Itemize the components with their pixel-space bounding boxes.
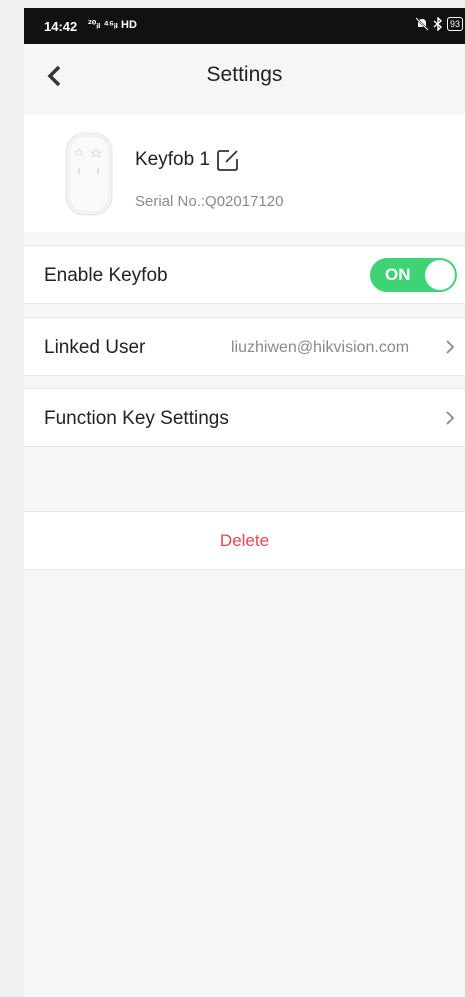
- function-key-settings-row[interactable]: Function Key Settings: [24, 388, 465, 447]
- keyfob-image: [65, 132, 113, 216]
- toggle-state-label: ON: [385, 265, 411, 284]
- status-right: 93: [415, 17, 463, 31]
- linked-user-value: liuzhiwen@hikvision.com: [231, 339, 410, 356]
- device-name: Keyfob 1: [135, 149, 210, 170]
- header: Settings: [24, 44, 465, 108]
- network-indicator: ²⁰ᵢₗ ⁴⁶ᵢₗ HD: [88, 19, 137, 31]
- delete-button[interactable]: Delete: [24, 511, 465, 570]
- bluetooth-icon: [433, 17, 443, 31]
- toggle-knob: [425, 260, 455, 290]
- page-title: Settings: [206, 63, 283, 86]
- linked-user-row[interactable]: Linked User liuzhiwen@hikvision.com: [24, 317, 465, 376]
- chevron-right-icon: [446, 411, 455, 425]
- device-card: Keyfob 1 Serial No.:Q02017120: [24, 114, 465, 232]
- function-key-settings-label: Function Key Settings: [44, 408, 229, 429]
- device-name-row: Keyfob 1: [135, 148, 240, 172]
- enable-keyfob-row: Enable Keyfob ON: [24, 245, 465, 304]
- enable-keyfob-label: Enable Keyfob: [44, 265, 168, 286]
- status-bar: 14:42 ²⁰ᵢₗ ⁴⁶ᵢₗ HD 93: [24, 8, 465, 44]
- battery-indicator: 93: [446, 17, 463, 31]
- mute-icon: [415, 17, 429, 31]
- edit-icon[interactable]: [216, 148, 240, 172]
- serial-number: Serial No.:Q02017120: [135, 193, 284, 210]
- phone-screen: 14:42 ²⁰ᵢₗ ⁴⁶ᵢₗ HD 93 Settings Keyfob 1 …: [24, 8, 465, 997]
- enable-keyfob-toggle[interactable]: ON: [370, 258, 457, 292]
- chevron-right-icon: [446, 340, 455, 354]
- delete-label: Delete: [219, 531, 270, 550]
- linked-user-label: Linked User: [44, 337, 146, 358]
- status-time: 14:42: [44, 19, 78, 34]
